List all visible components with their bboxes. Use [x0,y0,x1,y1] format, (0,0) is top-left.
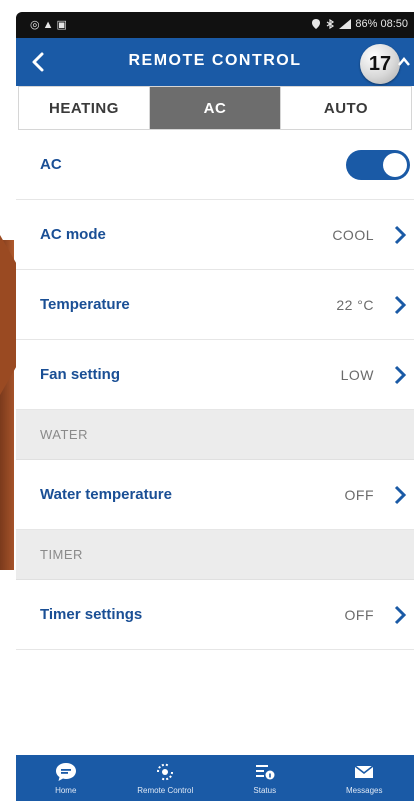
chevron-right-icon [394,485,407,505]
chevron-right-icon [394,365,407,385]
temperature-label: Temperature [40,296,130,313]
remote-icon [157,763,174,781]
nav-home-label: Home [55,786,77,795]
battery-time-text: 86% 08:50 [355,18,408,30]
bluetooth-icon [327,19,335,29]
ac-toggle-row: AC [16,130,414,200]
ac-mode-row[interactable]: AC mode COOL [16,200,414,270]
timer-section-title: TIMER [40,547,83,562]
fan-setting-value: LOW [340,367,374,383]
timer-settings-label: Timer settings [40,606,143,623]
water-temperature-label: Water temperature [40,486,172,503]
status-icons-left: ◎▲▣ [30,19,70,31]
water-temperature-row[interactable]: Water temperature OFF [16,460,414,530]
mode-tabs: HEATING AC AUTO [18,86,412,130]
ac-label: AC [40,156,62,173]
temperature-row[interactable]: Temperature 22 °C [16,270,414,340]
phone-screen: ◎▲▣ 86% 08:50 REMOTE CONTROL 17 HEATING … [16,12,414,801]
status-info-right: 86% 08:50 [311,18,408,30]
tab-heating[interactable]: HEATING [19,87,150,129]
chat-bubble-icon [55,763,76,781]
nav-remote-control[interactable]: Remote Control [116,755,216,801]
screen: ◎▲▣ 86% 08:50 REMOTE CONTROL 17 HEATING … [0,0,414,801]
nav-status-label: Status [253,786,277,795]
timer-settings-value: OFF [344,607,374,623]
nav-messages-label: Messages [346,786,383,795]
step-number-badge: 17 [360,44,400,84]
ac-mode-value: COOL [332,227,374,243]
timer-section-header: TIMER [16,530,414,580]
settings-list: AC AC mode COOL Temperature 22 °C Fan se… [16,130,414,650]
tab-ac[interactable]: AC [150,87,281,129]
nav-status[interactable]: Status [215,755,315,801]
nav-home[interactable]: Home [16,755,116,801]
temperature-value: 22 °C [336,297,374,313]
ac-mode-label: AC mode [40,226,106,243]
fan-setting-row[interactable]: Fan setting LOW [16,340,414,410]
fan-setting-label: Fan setting [40,366,121,383]
water-section-header: WATER [16,410,414,460]
toggle-knob [383,153,407,177]
chevron-up-icon[interactable] [396,54,412,70]
bottom-navigation: Home Remote Control Status Messages [16,755,414,801]
timer-settings-row[interactable]: Timer settings OFF [16,580,414,650]
nav-remote-control-label: Remote Control [137,786,194,795]
nav-messages[interactable]: Messages [315,755,414,801]
status-icon [255,765,275,780]
page-title: REMOTE CONTROL [128,52,302,69]
water-temperature-value: OFF [344,487,374,503]
tab-auto[interactable]: AUTO [281,87,411,129]
chevron-right-icon [394,295,407,315]
app-header: REMOTE CONTROL 17 [16,38,414,86]
chevron-right-icon [394,225,407,245]
water-section-title: WATER [40,427,88,442]
ac-toggle-switch[interactable] [346,150,410,180]
signal-icon [339,19,352,29]
location-icon [312,19,321,29]
status-bar: ◎▲▣ 86% 08:50 [16,12,414,38]
mail-icon [354,765,374,778]
chevron-right-icon [394,605,407,625]
